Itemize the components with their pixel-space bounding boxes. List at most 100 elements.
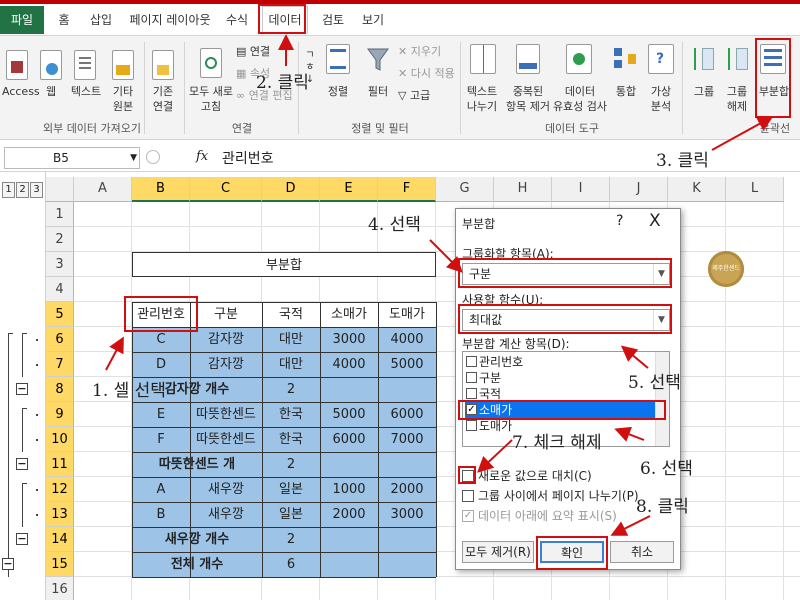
formula-input[interactable]: 관리번호 [222,148,274,168]
table-cell[interactable]: 6 [262,552,320,577]
table-cell[interactable]: 대만 [262,327,320,352]
checkbox[interactable] [466,356,477,367]
remove-all-button[interactable]: 모두 제거(R) [462,541,534,563]
table-cell[interactable]: 한국 [262,402,320,427]
table-cell[interactable]: 따뜻한센드 [190,402,262,427]
row-header[interactable]: 3 [46,252,74,277]
table-cell[interactable]: 2000 [320,502,378,527]
table-cell[interactable]: 5000 [378,352,436,377]
chevron-down-icon[interactable]: ▼ [130,148,137,168]
column-header[interactable]: I [552,177,610,202]
table-cell[interactable]: D [132,352,190,377]
tab-view[interactable]: 보기 [358,8,388,32]
column-header[interactable]: L [726,177,784,202]
reapply-button[interactable]: ✕ 다시 적용 [398,66,458,81]
table-cell[interactable] [378,452,436,477]
table-cell[interactable]: 2 [262,527,320,552]
table-cell[interactable] [378,552,436,577]
table-header-cell[interactable]: 국적 [262,302,320,327]
table-cell[interactable]: 2000 [378,477,436,502]
checkbox[interactable] [466,388,477,399]
table-cell[interactable] [320,552,378,577]
column-header[interactable]: K [668,177,726,202]
table-cell[interactable]: 따뜻한센드 [190,427,262,452]
checkbox[interactable] [466,372,477,383]
row-header[interactable]: 4 [46,277,74,302]
list-item[interactable]: 관리번호 [465,354,655,370]
table-cell[interactable] [320,377,378,402]
table-cell[interactable]: 새우깡 [190,502,262,527]
outline-level-2-button[interactable]: 2 [16,182,29,198]
table-cell[interactable] [320,527,378,552]
table-header-cell[interactable]: 도매가 [378,302,436,327]
tab-review[interactable]: 검토 [318,8,348,32]
name-box[interactable]: B5 ▼ [4,147,140,169]
row-header[interactable]: 16 [46,577,74,600]
outline-level-3-button[interactable]: 3 [30,182,43,198]
subtotal-label-cell[interactable]: 따뜻한센드 개 [132,452,262,477]
row-header[interactable]: 11 [46,452,74,477]
row-header[interactable]: 8 [46,377,74,402]
table-cell[interactable] [320,452,378,477]
table-cell[interactable]: 한국 [262,427,320,452]
connections-button[interactable]: ▤ 연결 [236,44,276,59]
help-button[interactable]: ? [616,213,623,229]
column-header[interactable]: F [378,177,436,202]
formula-bar-expand-icon[interactable] [146,150,160,164]
table-cell[interactable]: 감자깡 [190,327,262,352]
table-cell[interactable]: 새우깡 [190,477,262,502]
column-header[interactable]: G [436,177,494,202]
list-scrollbar[interactable] [655,352,669,446]
table-cell[interactable]: 4000 [320,352,378,377]
checkbox[interactable] [466,420,477,431]
outline-collapse-icon[interactable]: − [16,383,28,395]
table-cell[interactable]: 6000 [320,427,378,452]
row-header[interactable]: 13 [46,502,74,527]
table-cell[interactable]: 6000 [378,402,436,427]
row-header[interactable]: 7 [46,352,74,377]
table-cell[interactable]: E [132,402,190,427]
column-header[interactable]: D [262,177,320,202]
insert-function-button[interactable]: fx [196,149,208,164]
table-header-cell[interactable]: 소매가 [320,302,378,327]
column-header[interactable]: A [74,177,132,202]
table-cell[interactable]: 5000 [320,402,378,427]
table-cell[interactable]: 7000 [378,427,436,452]
tab-file[interactable]: 파일 [0,6,44,34]
subtotal-label-cell[interactable]: 새우깡 개수 [132,527,262,552]
row-header[interactable]: 1 [46,202,74,227]
row-header[interactable]: 14 [46,527,74,552]
row-header[interactable]: 2 [46,227,74,252]
close-button[interactable]: X [649,211,661,231]
table-cell[interactable]: F [132,427,190,452]
table-cell[interactable]: 감자깡 [190,352,262,377]
row-header[interactable]: 5 [46,302,74,327]
advanced-filter-button[interactable]: ▽ 고급 [398,88,458,103]
outline-collapse-icon[interactable]: − [16,458,28,470]
tab-insert[interactable]: 삽입 [86,8,116,32]
tab-formulas[interactable]: 수식 [222,8,252,32]
clear-filter-button[interactable]: ✕ 지우기 [398,44,458,59]
page-break-option[interactable]: 그룹 사이에서 페이지 나누기(P) [462,489,639,503]
column-header[interactable]: C [190,177,262,202]
list-item[interactable]: 구분 [465,370,655,386]
table-cell[interactable]: 3000 [320,327,378,352]
row-header[interactable]: 9 [46,402,74,427]
row-header[interactable]: 6 [46,327,74,352]
column-header[interactable]: B [132,177,190,202]
table-cell[interactable] [378,377,436,402]
table-header-cell[interactable]: 구분 [190,302,262,327]
table-cell[interactable]: 1000 [320,477,378,502]
sheet-title[interactable]: 부분합 [132,252,436,277]
outline-level-1-button[interactable]: 1 [2,182,15,198]
table-cell[interactable]: 2 [262,452,320,477]
outline-collapse-icon[interactable]: − [2,558,14,570]
table-cell[interactable]: A [132,477,190,502]
tab-home[interactable]: 홈 [54,8,74,32]
table-cell[interactable]: 2 [262,377,320,402]
tab-page-layout[interactable]: 페이지 레이아웃 [128,8,212,32]
outline-collapse-icon[interactable]: − [16,533,28,545]
cancel-button[interactable]: 취소 [610,541,674,563]
replace-current-option[interactable]: 새로운 값으로 대치(C) [462,469,592,483]
subtotal-label-cell[interactable]: 전체 개수 [132,552,262,577]
